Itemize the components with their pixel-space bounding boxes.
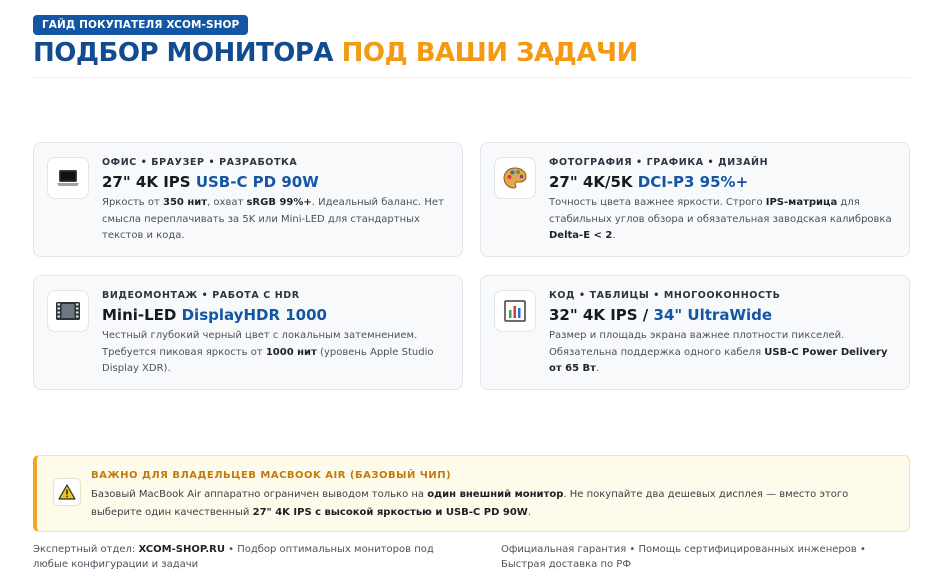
page-title: ПОДБОР МОНИТОРА ПОД ВАШИ ЗАДАЧИ	[33, 38, 638, 68]
recommendation-card-video: ВИДЕОМОНТАЖ • РАБОТА С HDR Mini-LED Disp…	[33, 275, 463, 390]
card-description: Размер и площадь экрана важнее плотности…	[549, 328, 897, 378]
recommendation-card-photo: ФОТОГРАФИЯ • ГРАФИКА • ДИЗАЙН 27" 4K/5K …	[480, 142, 910, 257]
body-text: Базовый MacBook Air аппаратно ограничен …	[91, 489, 428, 500]
page-title-accent: ПОД ВАШИ ЗАДАЧИ	[341, 38, 639, 68]
card-description: Яркость от 350 нит, охват sRGB 99%+. Иде…	[102, 195, 450, 245]
body-text: , охват	[207, 197, 247, 208]
page-title-main: ПОДБОР МОНИТОРА	[33, 38, 334, 68]
card-title: 32" 4K IPS / 34" UltraWide	[549, 305, 897, 325]
card-title: 27" 4K/5K DCI-P3 95%+	[549, 172, 897, 192]
card-title-main: 32" 4K IPS /	[549, 306, 649, 324]
card-kicker: ОФИС • БРАУЗЕР • РАЗРАБОТКА	[102, 157, 298, 168]
macbook-warning-callout: ВАЖНО ДЛЯ ВЛАДЕЛЬЦЕВ MACBOOK AIR (БАЗОВЫ…	[33, 455, 910, 532]
warning-title: ВАЖНО ДЛЯ ВЛАДЕЛЬЦЕВ MACBOOK AIR (БАЗОВЫ…	[91, 470, 452, 481]
emphasis-text: один внешний монитор	[427, 489, 564, 500]
body-text: .	[595, 363, 600, 374]
body-text: .	[527, 506, 531, 518]
card-title-highlight: 34" UltraWide	[653, 306, 773, 324]
footer-expert-note: Экспертный отдел: XCOM-SHOP.RU • Подбор …	[33, 542, 463, 572]
footer-brand: XCOM-SHOP.RU	[138, 544, 225, 555]
card-title-main: Mini-LED	[102, 306, 177, 324]
card-description: Честный глубокий черный цвет с локальным…	[102, 328, 450, 378]
body-text: Яркость от	[102, 197, 163, 208]
guide-badge: ГАЙД ПОКУПАТЕЛЯ XCOM-SHOP	[33, 15, 249, 35]
card-kicker: КОД • ТАБЛИЦЫ • МНОГООКОННОСТЬ	[549, 290, 781, 301]
card-title-highlight: DCI-P3 95%+	[637, 173, 749, 191]
emphasis-text: 350 нит	[162, 197, 208, 208]
card-kicker: ФОТОГРАФИЯ • ГРАФИКА • ДИЗАЙН	[549, 157, 769, 168]
card-title-main: 27" 4K IPS	[102, 173, 191, 191]
film-icon	[47, 290, 89, 332]
emphasis-text: IPS-матрица	[765, 197, 838, 208]
recommendation-card-office: ОФИС • БРАУЗЕР • РАЗРАБОТКА 27" 4K IPS U…	[33, 142, 463, 257]
warning-icon	[53, 478, 81, 506]
card-title-main: 27" 4K/5K	[549, 173, 633, 191]
card-title-highlight: DisplayHDR 1000	[181, 306, 327, 324]
footer-guarantees: Официальная гарантия • Помощь сертифицир…	[501, 544, 866, 570]
footer-prefix: Экспертный отдел:	[33, 544, 139, 555]
emphasis-text: Delta-E < 2	[549, 230, 613, 241]
emphasis-text: sRGB 99%+	[246, 197, 312, 208]
card-title: 27" 4K IPS USB-C PD 90W	[102, 172, 450, 192]
emphasis-text: 1000 нит	[265, 346, 317, 358]
warning-text: Базовый MacBook Air аппаратно ограничен …	[91, 486, 897, 521]
emphasis-text: 27" 4K IPS с высокой яркостью и USB-C PD…	[252, 506, 528, 518]
palette-icon	[494, 157, 536, 199]
card-description: Точность цвета важнее яркости. Строго IP…	[549, 195, 897, 245]
title-divider	[33, 77, 910, 78]
recommendation-card-code: КОД • ТАБЛИЦЫ • МНОГООКОННОСТЬ 32" 4K IP…	[480, 275, 910, 390]
card-title-highlight: USB-C PD 90W	[195, 173, 319, 191]
card-title: Mini-LED DisplayHDR 1000	[102, 305, 450, 325]
laptop-icon	[47, 157, 89, 199]
body-text: .	[612, 230, 616, 241]
body-text: Точность цвета важнее яркости. Строго	[549, 197, 766, 208]
bar-chart-icon	[494, 290, 536, 332]
card-kicker: ВИДЕОМОНТАЖ • РАБОТА С HDR	[102, 290, 300, 301]
